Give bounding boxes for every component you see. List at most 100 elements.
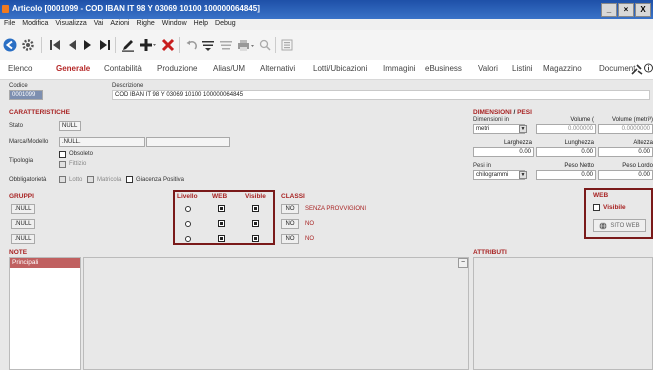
- previous-record-icon[interactable]: [66, 36, 78, 54]
- first-record-icon[interactable]: [48, 36, 62, 54]
- descrizione-label: Descrizione: [112, 83, 144, 89]
- obsoleto-label: Obsoleto: [69, 151, 94, 157]
- visible-checkbox[interactable]: [252, 220, 259, 227]
- visibile-checkbox[interactable]: [593, 204, 600, 211]
- note-text-area[interactable]: [83, 257, 469, 370]
- tab-alias-um[interactable]: Alias/UM: [213, 64, 245, 73]
- marca-field[interactable]: .NULL.: [59, 137, 145, 147]
- giacenza-label: Giacenza Positiva: [136, 177, 185, 183]
- menu-modifica[interactable]: Modifica: [18, 19, 51, 27]
- tab-document[interactable]: Document: [599, 64, 635, 73]
- edit-icon[interactable]: [120, 36, 136, 54]
- undo-icon[interactable]: [184, 36, 198, 54]
- classe-button[interactable]: NO: [281, 234, 299, 244]
- volume-field[interactable]: 0.000000: [536, 124, 596, 134]
- list-view-icon[interactable]: [280, 36, 294, 54]
- web-checkbox[interactable]: [218, 235, 225, 242]
- restore-button[interactable]: ×: [618, 3, 634, 17]
- sito-web-button[interactable]: SITO WEB: [593, 219, 646, 232]
- peso-lordo-field[interactable]: 0.00: [598, 170, 653, 180]
- menu-debug[interactable]: Debug: [211, 19, 239, 27]
- menu-window[interactable]: Window: [158, 19, 190, 27]
- note-title: NOTE: [9, 249, 28, 256]
- stato-field[interactable]: NULL: [59, 121, 81, 131]
- print-icon[interactable]: [236, 36, 256, 54]
- pesi-in-label: Pesi in: [473, 163, 492, 169]
- filter-icon[interactable]: [200, 36, 216, 54]
- visible-checkbox[interactable]: [252, 205, 259, 212]
- tools-icon[interactable]: [631, 64, 643, 77]
- visible-checkbox[interactable]: [252, 235, 259, 242]
- note-item-principali[interactable]: Principali: [10, 258, 80, 268]
- tab-valori[interactable]: Valori: [478, 64, 498, 73]
- tab-contabilita[interactable]: Contabilità: [104, 64, 142, 73]
- chevron-down-icon[interactable]: ▼: [519, 171, 527, 179]
- altezza-field[interactable]: 0.00: [598, 147, 653, 157]
- matricola-checkbox[interactable]: [87, 176, 94, 183]
- codice-input[interactable]: 0001099: [9, 90, 43, 100]
- tab-ebusiness[interactable]: eBusiness: [425, 64, 462, 73]
- tab-immagini[interactable]: Immagini: [383, 64, 415, 73]
- descrizione-input[interactable]: COD IBAN IT 98 Y 03069 10100 10000006484…: [112, 90, 650, 100]
- menu-file[interactable]: File: [0, 19, 18, 27]
- settings-icon[interactable]: [20, 36, 36, 54]
- livello-radio[interactable]: [185, 221, 191, 227]
- collapse-icon[interactable]: −: [458, 258, 468, 268]
- gruppo-button[interactable]: .NULL: [11, 204, 35, 214]
- back-icon[interactable]: [2, 36, 18, 54]
- toolbar: [0, 30, 653, 61]
- menu-visualizza[interactable]: Visualizza: [51, 19, 89, 27]
- pesi-in-select[interactable]: chilogrammi: [473, 170, 525, 180]
- larghezza-field[interactable]: 0.00: [473, 147, 534, 157]
- tab-lotti-ubicazioni[interactable]: Lotti/Ubicazioni: [313, 64, 367, 73]
- altezza-label: Altezza: [633, 140, 653, 146]
- classe-button[interactable]: NO: [281, 204, 299, 214]
- tab-listini[interactable]: Listini: [512, 64, 532, 73]
- dimensioni-in-select[interactable]: metri: [473, 124, 525, 134]
- obbligatorieta-label: Obbligatorietà: [9, 177, 47, 183]
- next-record-icon[interactable]: [82, 36, 94, 54]
- delete-icon[interactable]: [160, 36, 176, 54]
- gruppo-button[interactable]: .NULL: [11, 219, 35, 229]
- lunghezza-field[interactable]: 0.00: [536, 147, 596, 157]
- tab-elenco[interactable]: Elenco: [8, 64, 32, 73]
- add-icon[interactable]: [138, 36, 158, 54]
- gruppi-title: GRUPPI: [9, 193, 34, 200]
- menu-help[interactable]: Help: [190, 19, 211, 27]
- menu-vai[interactable]: Vai: [90, 19, 107, 27]
- lotto-checkbox[interactable]: [59, 176, 66, 183]
- menu-azioni[interactable]: Azioni: [106, 19, 132, 27]
- attributi-panel: [473, 257, 653, 370]
- volume-m3-field[interactable]: 0.0000000: [598, 124, 653, 134]
- livello-radio[interactable]: [185, 236, 191, 242]
- chevron-down-icon[interactable]: ▼: [519, 125, 527, 133]
- peso-netto-field[interactable]: 0.00: [536, 170, 596, 180]
- web-checkbox[interactable]: [218, 205, 225, 212]
- close-button[interactable]: X: [635, 3, 651, 17]
- tab-alternativi[interactable]: Alternativi: [260, 64, 295, 73]
- visibile-label: Visibile: [603, 204, 626, 211]
- volume-m3-label: Volume (metri³): [611, 117, 653, 123]
- menu-righe[interactable]: Righe: [132, 19, 157, 27]
- note-list: [9, 257, 81, 370]
- livello-radio[interactable]: [185, 206, 191, 212]
- web-checkbox[interactable]: [218, 220, 225, 227]
- visible-header: Visible: [245, 193, 266, 200]
- modello-field[interactable]: [146, 137, 230, 147]
- fittizio-checkbox[interactable]: [59, 161, 66, 168]
- info-icon[interactable]: [644, 63, 653, 75]
- classe-button[interactable]: NO: [281, 219, 299, 229]
- lotto-label: Lotto: [69, 177, 83, 183]
- tab-produzione[interactable]: Produzione: [157, 64, 197, 73]
- tab-magazzino[interactable]: Magazzino: [543, 64, 582, 73]
- search-icon[interactable]: [258, 36, 272, 54]
- giacenza-checkbox[interactable]: [126, 176, 133, 183]
- obsoleto-checkbox[interactable]: [59, 151, 66, 158]
- classe-description: SENZA PROVVIGIONI: [305, 206, 367, 212]
- gruppo-button[interactable]: .NULL: [11, 234, 35, 244]
- clear-filter-icon[interactable]: [218, 36, 234, 54]
- tab-generale[interactable]: Generale: [56, 64, 90, 73]
- classe-description: NO: [305, 236, 314, 242]
- last-record-icon[interactable]: [98, 36, 112, 54]
- minimize-button[interactable]: _: [601, 3, 617, 17]
